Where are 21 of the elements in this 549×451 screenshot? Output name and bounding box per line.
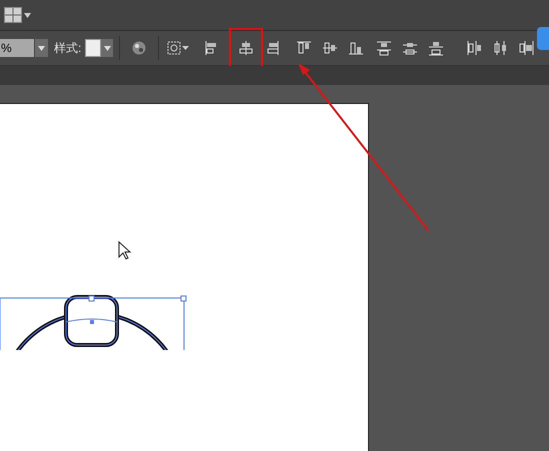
layout-icon[interactable] — [4, 7, 22, 23]
transform-icon[interactable] — [167, 41, 190, 55]
caret-icon — [104, 46, 111, 50]
style-label: 样式: — [54, 40, 82, 57]
align-icon — [465, 39, 484, 57]
dropdown-button[interactable] — [101, 39, 114, 57]
align-button[interactable] — [375, 39, 394, 57]
align-icon — [237, 39, 256, 57]
align-button[interactable] — [517, 39, 536, 57]
caret-icon[interactable] — [24, 12, 31, 18]
align-icon — [517, 39, 536, 57]
align-button[interactable] — [465, 39, 484, 57]
cursor-icon — [118, 241, 131, 260]
dropdown-button[interactable] — [34, 39, 48, 57]
caret-icon — [38, 46, 45, 50]
opacity-field[interactable]: % — [0, 39, 34, 57]
align-icon — [375, 39, 394, 57]
align-button[interactable] — [427, 39, 446, 57]
style-swatch[interactable] — [85, 39, 102, 57]
align-icon — [427, 39, 446, 57]
globe-icon[interactable] — [132, 41, 146, 55]
